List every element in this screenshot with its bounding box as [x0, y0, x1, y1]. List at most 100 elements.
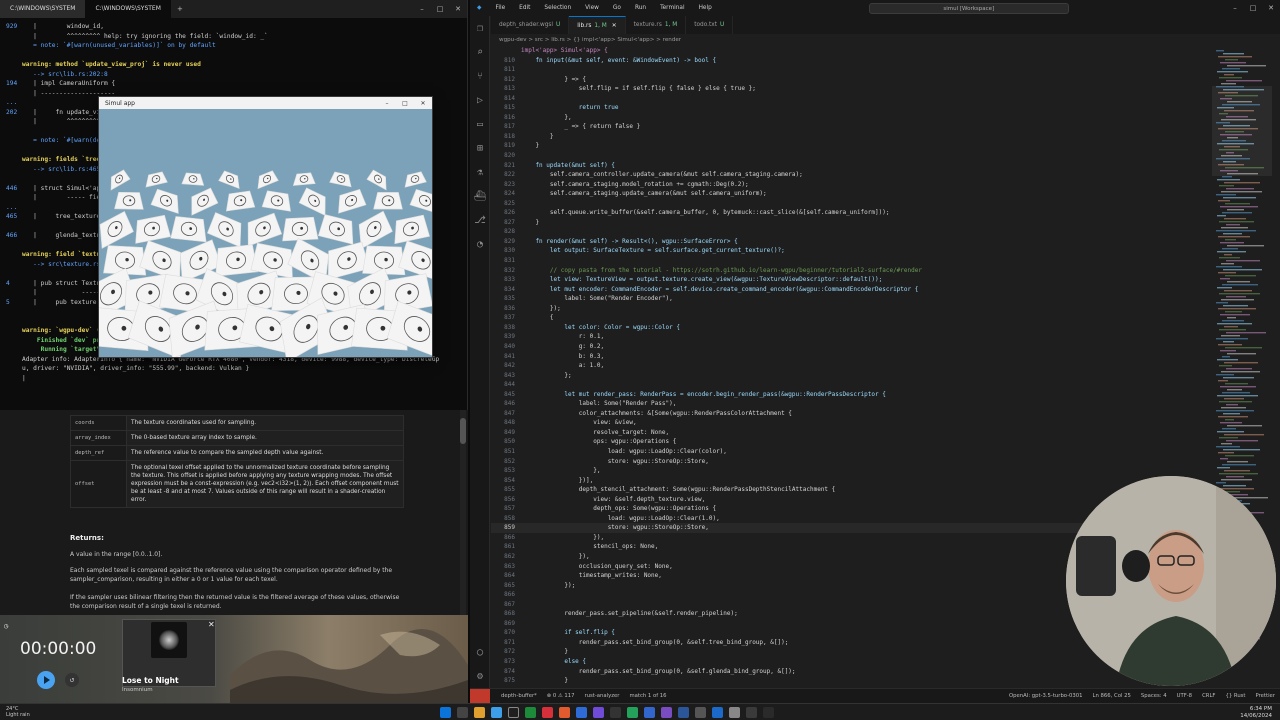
maximize-icon[interactable]: □ [431, 5, 449, 13]
code-line[interactable]: 830 let output: SurfaceTexture = self.su… [491, 246, 1211, 256]
command-center-search[interactable]: simul [Workspace] [868, 2, 1069, 14]
run-debug-icon[interactable]: ▷ [470, 88, 490, 112]
sticky-scroll-line[interactable]: impl<'app> Simul<'app> { [491, 46, 1211, 56]
gear-icon[interactable]: ⚙ [470, 664, 490, 688]
code-line[interactable]: 840 g: 0.2, [491, 342, 1211, 352]
code-line[interactable]: 826 self.queue.write_buffer(&self.camera… [491, 208, 1211, 218]
code-line[interactable]: 836 }); [491, 304, 1211, 314]
tab-lib-rs[interactable]: lib.rs 1, M ✕ [569, 16, 626, 34]
status-language-server[interactable]: rust-analyzer [580, 693, 625, 699]
code-line[interactable]: 833 let view: TextureView = output.textu… [491, 275, 1211, 285]
code-line[interactable]: 875 } [491, 676, 1211, 686]
timeline-icon[interactable]: ◔ [470, 232, 490, 256]
start-icon[interactable] [440, 707, 451, 718]
extensions-icon[interactable]: ⊞ [470, 136, 490, 160]
code-line[interactable]: 821 fn update(&mut self) { [491, 161, 1211, 171]
code-line[interactable]: 815 return true [491, 103, 1211, 113]
status-problems[interactable]: ⊗ 0 ⚠ 117 [542, 693, 580, 699]
code-line[interactable]: 819 } [491, 141, 1211, 151]
minimize-icon[interactable]: – [1226, 4, 1244, 12]
code-line[interactable]: 810 fn input(&mut self, event: &WindowEv… [491, 56, 1211, 66]
docker-icon[interactable]: ⛴ [470, 184, 490, 208]
whatsapp-icon[interactable] [627, 707, 638, 718]
code-line[interactable]: 852 store: wgpu::StoreOp::Store, [491, 457, 1211, 467]
code-line[interactable]: 842 a: 1.0, [491, 361, 1211, 371]
code-line[interactable]: 838 let color: Color = wgpu::Color { [491, 323, 1211, 333]
remote-indicator[interactable] [470, 689, 490, 703]
close-icon[interactable]: ✕ [1262, 4, 1280, 12]
code-line[interactable]: 835 label: Some("Render Encoder"), [491, 294, 1211, 304]
weather-widget[interactable]: 24°C Light rain [6, 706, 30, 718]
menu-run[interactable]: Run [628, 5, 653, 11]
code-line[interactable]: 829 fn render(&mut self) -> Result<(), w… [491, 237, 1211, 247]
code-line[interactable]: 827 } [491, 218, 1211, 228]
code-line[interactable]: 848 view: &view, [491, 418, 1211, 428]
code-line[interactable]: 825 [491, 199, 1211, 209]
code-line[interactable]: 854 })], [491, 476, 1211, 486]
status-language[interactable]: {} Rust [1220, 693, 1250, 699]
code-line[interactable]: 814 [491, 94, 1211, 104]
tab-depth-shader[interactable]: depth_shader.wgsl U [491, 16, 570, 34]
code-line[interactable]: 834 let mut encoder: CommandEncoder = se… [491, 285, 1211, 295]
account-icon[interactable]: ◯ [470, 640, 490, 664]
scrollbar-thumb[interactable] [460, 418, 466, 444]
search-icon[interactable]: ⌕ [470, 40, 490, 64]
tab-todo-txt[interactable]: todo.txt U [686, 16, 734, 34]
menu-view[interactable]: View [578, 5, 606, 11]
close-icon[interactable]: ✕ [612, 23, 617, 29]
play-button[interactable] [37, 671, 55, 689]
terminal-tab-active[interactable]: C:\WINDOWS\SYSTEM [85, 0, 171, 18]
app-icon[interactable] [746, 707, 757, 718]
app-icon[interactable] [661, 707, 672, 718]
vscode-icon[interactable] [576, 707, 587, 718]
status-cursor-position[interactable]: Ln 866, Col 25 [1088, 693, 1136, 699]
menu-help[interactable]: Help [692, 5, 719, 11]
code-line[interactable]: 824 self.camera_staging.update_camera(&m… [491, 189, 1211, 199]
code-line[interactable]: 847 color_attachments: &[Some(wgpu::Rend… [491, 409, 1211, 419]
minimize-icon[interactable]: – [413, 5, 431, 13]
code-line[interactable]: 837 { [491, 313, 1211, 323]
menu-go[interactable]: Go [606, 5, 628, 11]
status-branch[interactable]: depth-buffer* [496, 693, 542, 699]
app-icon[interactable] [763, 707, 774, 718]
code-line[interactable]: 850 ops: wgpu::Operations { [491, 437, 1211, 447]
edge-icon[interactable] [491, 707, 502, 718]
code-line[interactable]: 816 }, [491, 113, 1211, 123]
reset-button[interactable]: ↺ [65, 673, 79, 687]
code-line[interactable]: 811 [491, 65, 1211, 75]
code-line[interactable]: 817 _ => { return false } [491, 122, 1211, 132]
code-line[interactable]: 851 load: wgpu::LoadOp::Clear(color), [491, 447, 1211, 457]
breadcrumb[interactable]: wgpu-dev > src > lib.rs > {} impl<'app> … [491, 34, 1280, 46]
close-icon[interactable]: ✕ [208, 620, 215, 629]
code-line[interactable]: 831 [491, 256, 1211, 266]
status-ai-model[interactable]: OpenAI: gpt-3.5-turbo-0301 [1004, 693, 1088, 699]
docs-scrollbar[interactable] [460, 410, 466, 615]
app-icon[interactable] [678, 707, 689, 718]
close-icon[interactable]: ✕ [449, 5, 467, 13]
maximize-icon[interactable]: □ [1244, 4, 1262, 12]
code-line[interactable]: 839 r: 0.1, [491, 332, 1211, 342]
system-tray-clock[interactable]: 6:34 PM 14/06/2024 [1240, 706, 1272, 719]
status-encoding[interactable]: UTF-8 [1172, 693, 1197, 699]
testing-icon[interactable]: ⚗ [470, 160, 490, 184]
app-icon[interactable] [644, 707, 655, 718]
code-line[interactable]: 823 self.camera_staging.model_rotation +… [491, 180, 1211, 190]
menu-edit[interactable]: Edit [512, 5, 537, 11]
code-line[interactable]: 820 [491, 151, 1211, 161]
file-explorer-icon[interactable] [474, 707, 485, 718]
simul-app-window[interactable]: Simul app – □ ✕ [98, 96, 433, 358]
firefox-icon[interactable] [559, 707, 570, 718]
code-line[interactable]: 844 [491, 380, 1211, 390]
terminal-icon[interactable] [508, 707, 519, 718]
code-line[interactable]: 812 } => { [491, 75, 1211, 85]
terminal-tab[interactable]: C:\WINDOWS\SYSTEM [0, 0, 86, 18]
code-line[interactable]: 855 depth_stencil_attachment: Some(wgpu:… [491, 485, 1211, 495]
spotify-icon[interactable] [525, 707, 536, 718]
docs-panel[interactable]: coords The texture coordinates used for … [0, 410, 468, 615]
code-line[interactable]: 846 label: Some("Render Pass"), [491, 399, 1211, 409]
explorer-icon[interactable]: ❐ [470, 16, 490, 40]
source-control-icon[interactable]: ⑂ [470, 64, 490, 88]
obs-icon[interactable] [610, 707, 621, 718]
code-line[interactable]: 845 let mut render_pass: RenderPass = en… [491, 390, 1211, 400]
app-icon[interactable] [695, 707, 706, 718]
